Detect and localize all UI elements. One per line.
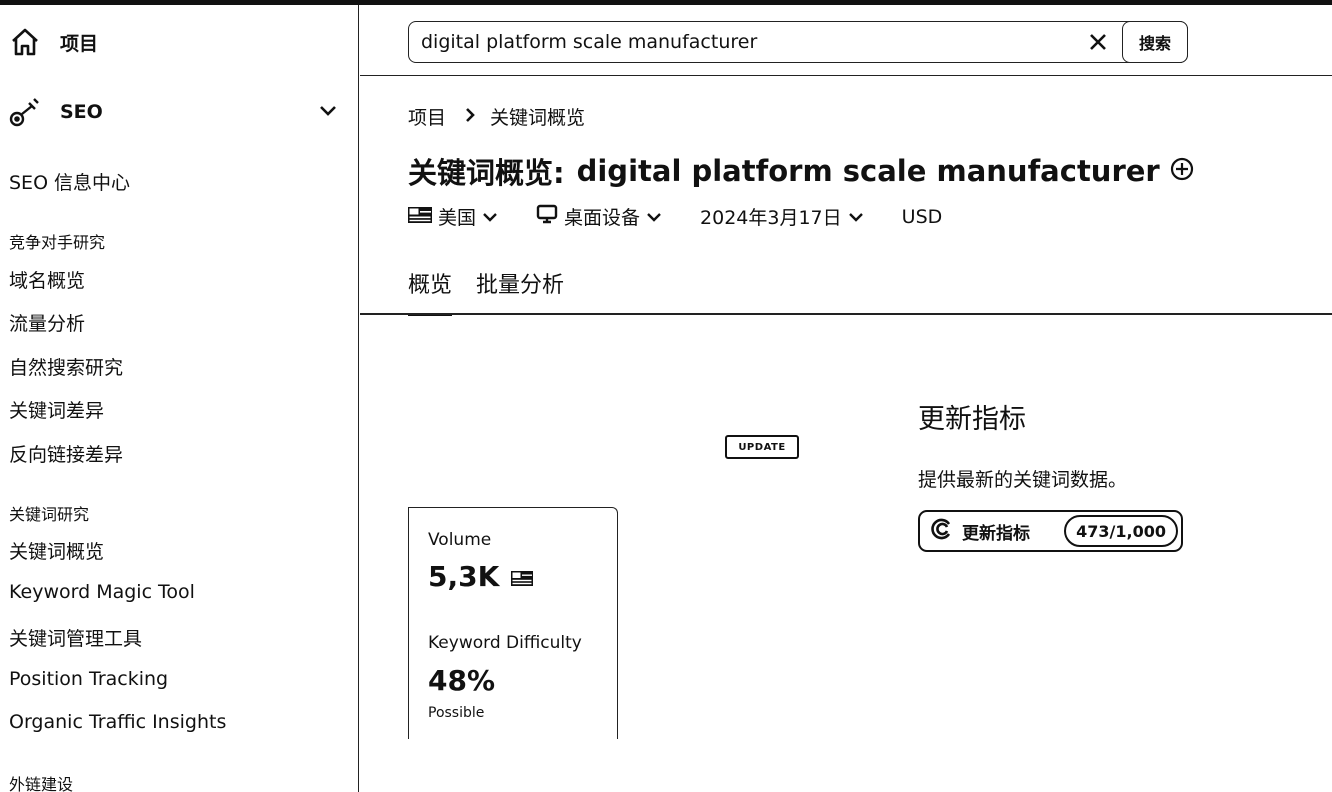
tabs-divider (360, 313, 1332, 315)
chevron-down-icon[interactable] (318, 101, 338, 123)
chevron-down-icon (483, 212, 497, 222)
search-box: 搜索 (408, 21, 1188, 63)
search-input[interactable] (421, 30, 1081, 54)
country-label: 美国 (438, 207, 477, 229)
sidebar-item-keyword-magic-tool[interactable]: Keyword Magic Tool (9, 581, 195, 603)
currency-value: USD (901, 205, 943, 228)
sidebar-seo[interactable]: SEO (8, 95, 338, 129)
currency-label: USD (902, 206, 943, 228)
device-selector[interactable]: 桌面设备 (536, 203, 662, 230)
sidebar-category-keyword-research: 关键词研究 (9, 505, 90, 524)
sidebar-item-organic-traffic-insights[interactable]: Organic Traffic Insights (9, 711, 226, 733)
sidebar-item-domain-overview[interactable]: 域名概览 (9, 266, 85, 293)
sidebar-item-organic-research[interactable]: 自然搜索研究 (9, 353, 123, 380)
home-icon (8, 25, 42, 59)
date-label: 2024年3月17日 (700, 207, 842, 229)
update-counter: 473/1,000 (1064, 515, 1178, 547)
sidebar-item-seo-dashboard[interactable]: SEO 信息中心 (9, 168, 130, 195)
page-title: 关键词概览: digital platform scale manufactur… (408, 150, 1194, 192)
seo-key-icon (8, 95, 42, 129)
breadcrumb: 项目 关键词概览 (408, 103, 585, 130)
tab-overview[interactable]: 概览 (408, 267, 453, 316)
update-metrics-label: 更新指标 (962, 523, 1030, 544)
breadcrumb-root[interactable]: 项目 (408, 103, 446, 130)
breadcrumb-current: 关键词概览 (490, 107, 586, 129)
chevron-right-icon (464, 106, 476, 128)
volume-value-row: 5,3K (428, 560, 534, 593)
date-selector[interactable]: 2024年3月17日 (700, 203, 864, 230)
sidebar-projects[interactable]: 项目 (8, 25, 98, 59)
sidebar-projects-label: 项目 (60, 32, 99, 55)
sidebar-item-position-tracking[interactable]: Position Tracking (9, 668, 168, 690)
sidebar-category-link-building: 外链建设 (9, 775, 74, 792)
sidebar: 项目 SEO SEO 信息中心 竞争对手研究 域名概览 流量分析 自然搜索研究 … (0, 5, 359, 792)
country-selector[interactable]: 美国 (408, 203, 498, 230)
volume-label: Volume (428, 530, 492, 550)
filters-bar: 美国 桌面设备 2024年3月17日 USD (408, 203, 980, 230)
sidebar-item-keyword-overview[interactable]: 关键词概览 (9, 537, 104, 564)
metrics-card: Volume 5,3K Keyword Difficulty 48% Possi… (408, 507, 618, 739)
sidebar-seo-label: SEO (60, 101, 103, 123)
monitor-icon (536, 203, 558, 230)
sidebar-item-keyword-gap[interactable]: 关键词差异 (9, 396, 104, 423)
chevron-down-icon (647, 212, 661, 222)
sidebar-category-competitor-research: 竞争对手研究 (9, 233, 106, 252)
volume-value: 5,3K (428, 560, 500, 593)
keyword-difficulty-value: 48% (428, 664, 496, 697)
keyword-difficulty-sub: Possible (428, 705, 485, 721)
page-title-prefix: 关键词概览: (408, 156, 565, 190)
update-metrics-button[interactable]: 更新指标 473/1,000 (918, 510, 1183, 552)
tabs: 概览 批量分析 (408, 267, 588, 316)
add-circle-icon[interactable] (1170, 154, 1194, 188)
search-button[interactable]: 搜索 (1122, 21, 1188, 63)
keyword-difficulty-label: Keyword Difficulty (428, 633, 582, 653)
sidebar-item-traffic-analytics[interactable]: 流量分析 (9, 309, 85, 336)
update-panel-description: 提供最新的关键词数据。 (918, 469, 1128, 491)
close-icon[interactable] (1085, 28, 1111, 56)
search-header: 搜索 (360, 5, 1332, 76)
us-flag-icon (408, 206, 432, 228)
page-title-keyword: digital platform scale manufacturer (576, 154, 1160, 188)
device-label: 桌面设备 (564, 207, 641, 229)
us-flag-icon (511, 560, 534, 593)
update-panel-title: 更新指标 (918, 404, 1026, 435)
sidebar-item-backlink-gap[interactable]: 反向链接差异 (9, 440, 123, 467)
main-content: 搜索 项目 关键词概览 关键词概览: digital platform scal… (360, 5, 1332, 792)
chevron-down-icon (848, 212, 863, 222)
update-badge: UPDATE (725, 435, 799, 459)
tab-bulk-analysis[interactable]: 批量分析 (476, 267, 564, 316)
sidebar-item-keyword-manager[interactable]: 关键词管理工具 (9, 624, 142, 651)
refresh-icon (930, 517, 954, 545)
